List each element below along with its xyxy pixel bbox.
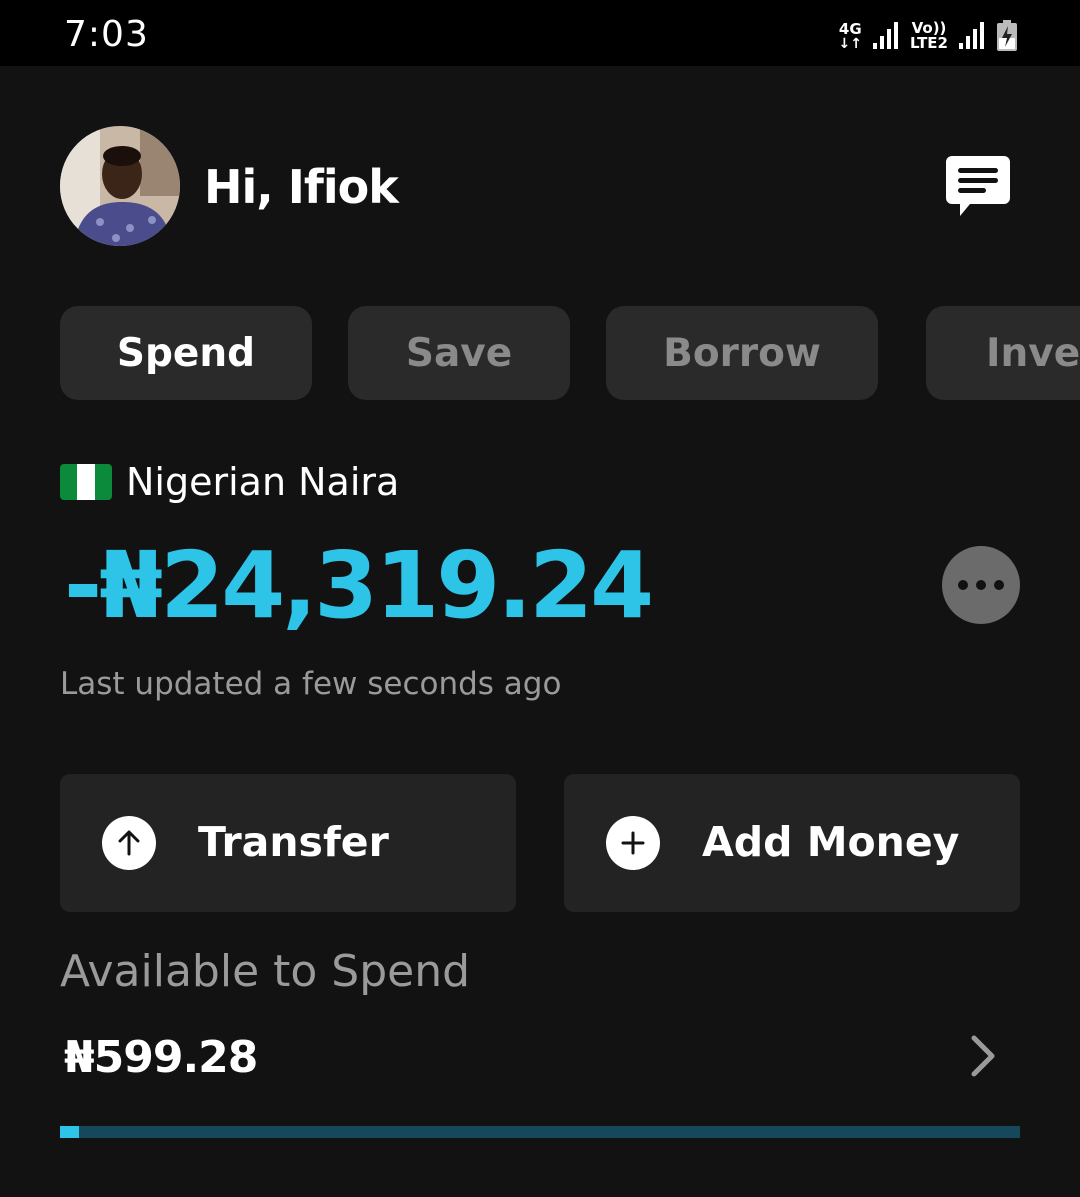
- tab-borrow[interactable]: Borrow: [606, 306, 878, 400]
- more-dot-icon: [994, 580, 1004, 590]
- more-dot-icon: [976, 580, 986, 590]
- available-details-button[interactable]: [964, 1032, 1004, 1080]
- status-icons: 4G ↓↑ Vo)) LTE2: [839, 16, 1018, 56]
- account-balance: -₦24,319.24: [64, 532, 654, 639]
- battery-charging-icon: [997, 20, 1017, 51]
- chat-button[interactable]: [944, 154, 1012, 222]
- app-screen: Hi, Ifiok Spend Save Borrow Invest Niger…: [0, 66, 1080, 1197]
- more-options-button[interactable]: [942, 546, 1020, 624]
- last-updated-text: Last updated a few seconds ago: [60, 666, 562, 702]
- avatar[interactable]: [60, 126, 180, 246]
- tab-invest[interactable]: Invest: [926, 306, 1080, 400]
- section-tabs: Spend Save Borrow Invest: [60, 306, 1080, 402]
- avatar-photo: [60, 126, 180, 246]
- volte-icon: Vo)) LTE2: [910, 21, 948, 51]
- tab-spend[interactable]: Spend: [60, 306, 312, 400]
- network-4g-label: 4G: [838, 19, 862, 38]
- available-to-spend-title: Available to Spend: [60, 946, 471, 997]
- status-time: 7:03: [64, 14, 149, 55]
- chevron-right-icon: [971, 1035, 995, 1077]
- available-amount: ₦599.28: [64, 1032, 258, 1083]
- transfer-button[interactable]: Transfer: [60, 774, 516, 912]
- spend-progress-fill: [60, 1126, 80, 1138]
- message-icon: [946, 156, 1010, 216]
- tab-spend-label: Spend: [116, 330, 256, 376]
- tab-save-label: Save: [405, 330, 513, 376]
- currency-name: Nigerian Naira: [126, 460, 400, 504]
- tab-save[interactable]: Save: [348, 306, 570, 400]
- network-4g-icon: 4G ↓↑: [838, 19, 862, 52]
- volte-label-bottom: LTE2: [910, 34, 948, 52]
- spend-progress-bar: [60, 1126, 1020, 1138]
- transfer-label: Transfer: [198, 818, 389, 866]
- nigeria-flag-icon: [60, 464, 112, 500]
- status-bar: 7:03 4G ↓↑ Vo)) LTE2: [0, 0, 1080, 66]
- plus-icon: [606, 816, 660, 870]
- add-money-label: Add Money: [702, 818, 960, 866]
- tab-borrow-label: Borrow: [663, 330, 821, 376]
- more-dot-icon: [958, 580, 968, 590]
- currency-selector[interactable]: Nigerian Naira: [60, 460, 399, 504]
- tab-invest-label: Invest: [986, 330, 1080, 376]
- signal-strength-2-icon: [959, 22, 984, 49]
- signal-strength-icon: [873, 22, 898, 49]
- add-money-button[interactable]: Add Money: [564, 774, 1020, 912]
- greeting-text: Hi, Ifiok: [204, 160, 399, 214]
- arrow-up-icon: [102, 816, 156, 870]
